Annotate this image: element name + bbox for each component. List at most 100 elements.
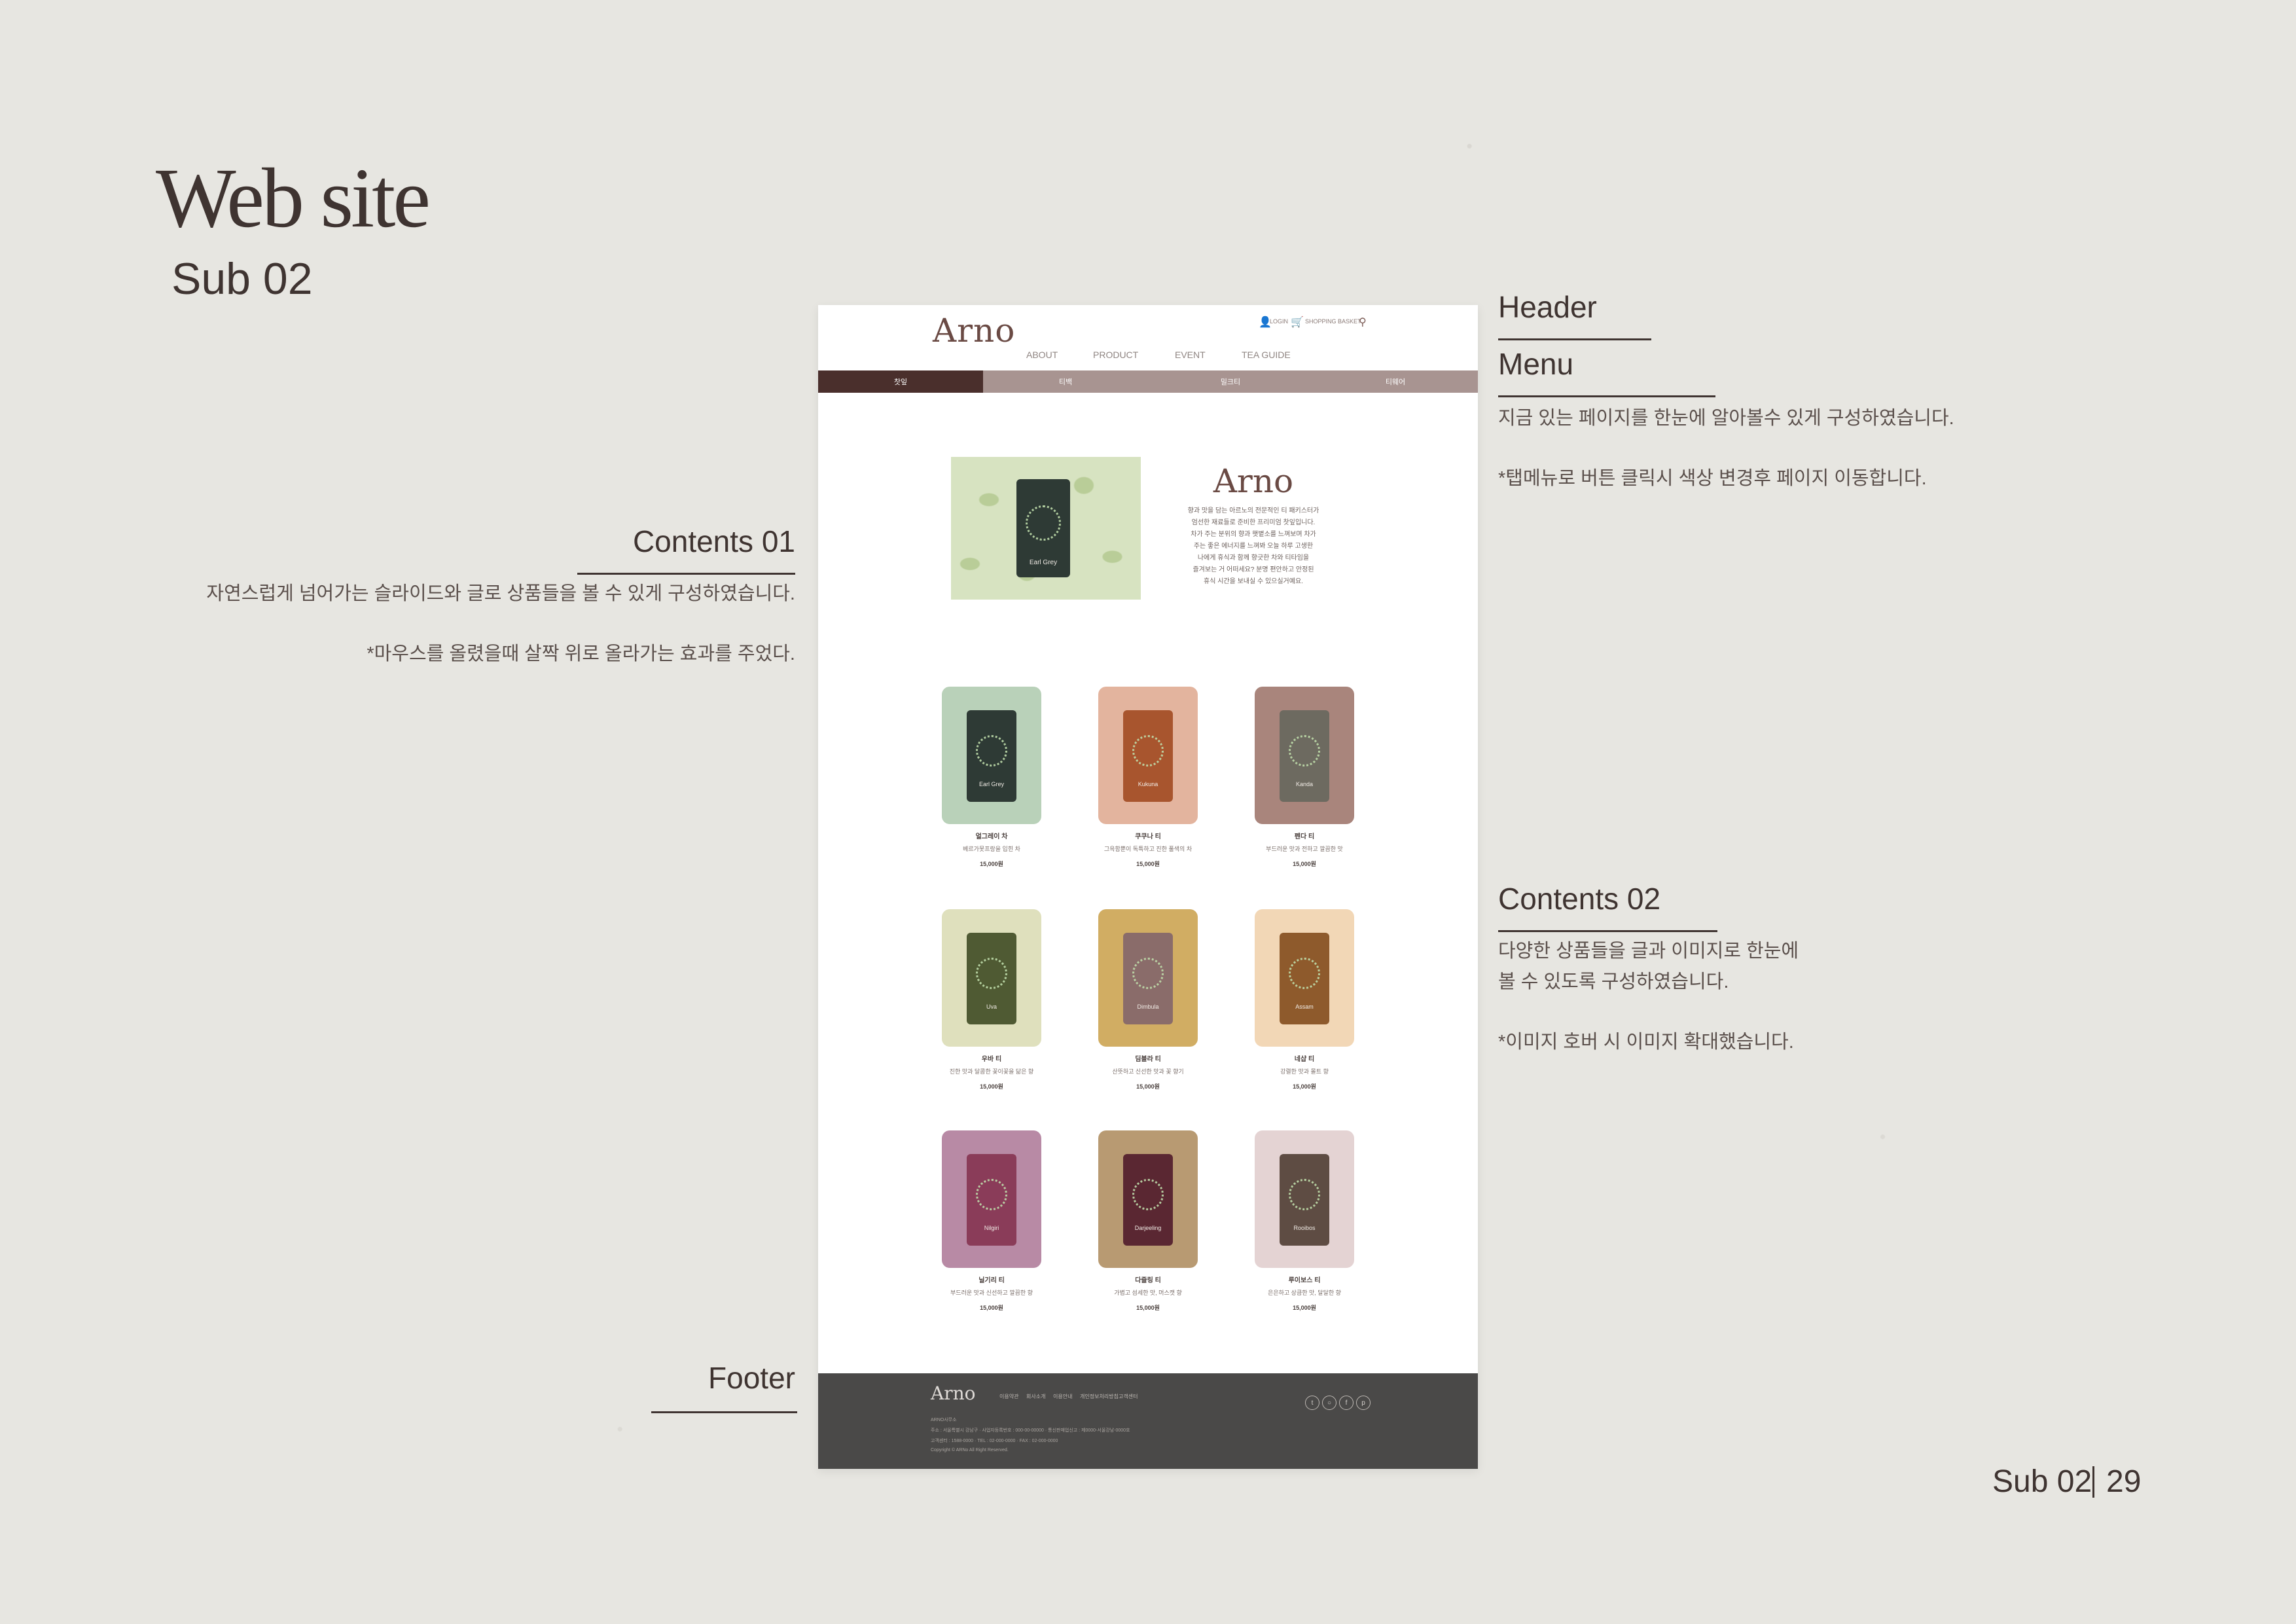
product-card[interactable]: Kukuna 쿠쿠나 티 그윽함뿐이 독특하고 진한 풀색의 차 15,000원 — [1098, 687, 1198, 868]
footer-link-support[interactable]: 고객센터 — [1119, 1393, 1138, 1400]
hero-slide-image[interactable]: Earl Grey — [951, 457, 1141, 600]
hero-logo: Arno — [1213, 462, 1294, 500]
instagram-icon[interactable]: ○ — [1322, 1396, 1336, 1410]
annotation-menu-text-2: *탭메뉴로 버튼 클릭시 색상 변경후 페이지 이동합니다. — [1498, 468, 1927, 489]
product-card[interactable]: Kanda 펜다 티 부드러운 맛과 전하고 깔끔한 맛 15,000원 — [1255, 687, 1354, 868]
hero-text-line: 주는 좋은 에너지를 느껴봐 오늘 하루 고생한 — [1193, 543, 1314, 550]
site-logo[interactable]: Arno — [933, 312, 1015, 350]
annotation-header-heading: Header — [1498, 290, 1597, 324]
cart-icon[interactable]: 🛒 — [1291, 316, 1304, 329]
tea-can-label: Earl Grey — [978, 781, 1004, 787]
annotation-menu-rule — [1498, 395, 1715, 397]
tea-can-label: Uva — [986, 1003, 997, 1010]
page-number: 29 — [2106, 1464, 2142, 1499]
annotation-contents01-heading: Contents 01 — [632, 524, 795, 558]
facebook-icon[interactable]: f — [1339, 1396, 1354, 1410]
hero-can-label: Earl Grey — [1029, 559, 1058, 566]
tea-can-label: Assam — [1295, 1003, 1314, 1010]
footer-logo[interactable]: Arno — [931, 1382, 976, 1404]
slide-title: Web site — [156, 151, 431, 245]
product-card[interactable]: Uva 우바 티 진한 맛과 달콤한 꽃이꽃을 닮은 향 15,000원 — [942, 909, 1041, 1091]
annotation-contents01-text-2: *마우스를 올렸을때 살짝 위로 올라가는 효과를 주었다. — [367, 643, 795, 664]
product-card[interactable]: Nilgiri 닐기리 티 부드러운 맛과 신선하고 깔끔한 향 15,000원 — [942, 1130, 1041, 1312]
hero-text-line: 향과 맛을 담는 아르노의 전문적인 티 패키스터가 — [1187, 507, 1319, 514]
product-description: 산뜻하고 신선한 맛과 꽃 향기 — [1112, 1068, 1184, 1075]
annotation-contents02-text-3: *이미지 호버 시 이미지 확대했습니다. — [1498, 1032, 1794, 1053]
product-card[interactable]: Rooibos 루이보스 티 은은하고 상큼한 맛, 달달한 향 15,000원 — [1255, 1130, 1354, 1312]
product-card[interactable]: Earl Grey 얼그레이 차 베르가못프랑을 입힌 차 15,000원 — [942, 687, 1041, 868]
tab-teaware[interactable]: 티웨어 — [1313, 370, 1478, 393]
nav-event[interactable]: EVENT — [1175, 350, 1206, 360]
annotation-contents02-text-2: 볼 수 있도록 구성하였습니다. — [1498, 971, 1729, 992]
footer-copyright: Copyright © ARNo All Right Reserved. — [931, 1448, 1009, 1453]
tea-can-label: Rooibos — [1293, 1225, 1316, 1231]
annotation-contents01-rule — [577, 573, 795, 575]
tea-can: Dimbula — [1123, 933, 1173, 1024]
tea-can: Darjeeling — [1123, 1154, 1173, 1246]
product-name[interactable]: 루이보스 티 — [1255, 1274, 1354, 1284]
product-image[interactable]: Dimbula — [1098, 909, 1198, 1047]
product-description: 부드러운 맛과 신선하고 깔끔한 향 — [950, 1290, 1033, 1296]
product-name[interactable]: 쿠쿠나 티 — [1098, 831, 1198, 840]
annotation-footer-rule — [651, 1411, 797, 1413]
tab-menu: 찻잎 티백 밀크티 티웨어 — [818, 370, 1478, 393]
product-image[interactable]: Uva — [942, 909, 1041, 1047]
footer-link-terms[interactable]: 이용약관 — [999, 1393, 1018, 1400]
login-link[interactable]: LOGIN — [1270, 318, 1288, 325]
product-description: 부드러운 맛과 전하고 깔끔한 맛 — [1266, 846, 1343, 852]
product-price: 15,000원 — [1136, 861, 1160, 867]
wreath-icon — [1289, 735, 1320, 767]
tea-can: Nilgiri — [967, 1154, 1016, 1246]
product-image[interactable]: Darjeeling — [1098, 1130, 1198, 1268]
wreath-icon — [1132, 1179, 1164, 1210]
wreath-icon — [1289, 958, 1320, 989]
hero-wreath-icon — [1026, 505, 1061, 541]
nav-product[interactable]: PRODUCT — [1093, 350, 1138, 360]
page-number-divider — [2092, 1466, 2094, 1498]
pinterest-icon[interactable]: p — [1356, 1396, 1371, 1410]
product-image[interactable]: Kanda — [1255, 687, 1354, 824]
footer-address: 주소 : 서울특별시 강남구 · 사업자등록번호 : 000-00-00000 … — [931, 1428, 1130, 1433]
footer-link-guide[interactable]: 이용안내 — [1053, 1393, 1072, 1400]
tea-can: Earl Grey — [967, 710, 1016, 802]
hero-text-line: 즐겨보는 거 어떠세요? 분명 편안하고 안정된 — [1193, 566, 1314, 573]
tea-can: Uva — [967, 933, 1016, 1024]
product-card[interactable]: Darjeeling 다즐링 티 가볍고 섬세한 맛, 머스캣 향 15,000원 — [1098, 1130, 1198, 1312]
search-icon[interactable]: ⚲ — [1359, 316, 1367, 329]
shopping-basket-link[interactable]: SHOPPING BASKET — [1305, 318, 1361, 325]
tab-tea-bag[interactable]: 티백 — [983, 370, 1148, 393]
product-card[interactable]: Assam 네샵 티 강렬한 맛과 몰트 향 15,000원 — [1255, 909, 1354, 1091]
wreath-icon — [976, 1179, 1007, 1210]
twitter-icon[interactable]: t — [1305, 1396, 1319, 1410]
product-image[interactable]: Rooibos — [1255, 1130, 1354, 1268]
footer-link-privacy[interactable]: 개인정보처리방침 — [1080, 1393, 1119, 1400]
product-name[interactable]: 우바 티 — [942, 1053, 1041, 1063]
nav-tea-guide[interactable]: TEA GUIDE — [1242, 350, 1291, 360]
hero-text-line: 휴식 시간을 보내실 수 있으실거예요. — [1204, 578, 1303, 585]
product-name[interactable]: 딤블라 티 — [1098, 1053, 1198, 1063]
product-image[interactable]: Kukuna — [1098, 687, 1198, 824]
product-image[interactable]: Earl Grey — [942, 687, 1041, 824]
hero-text-line: 나에게 휴식과 함께 향긋한 차와 티타임을 — [1197, 554, 1310, 562]
nav-about[interactable]: ABOUT — [1026, 350, 1058, 360]
product-image[interactable]: Nilgiri — [942, 1130, 1041, 1268]
product-description: 베르가못프랑을 입힌 차 — [963, 846, 1020, 852]
product-name[interactable]: 얼그레이 차 — [942, 831, 1041, 840]
product-name[interactable]: 다즐링 티 — [1098, 1274, 1198, 1284]
product-image[interactable]: Assam — [1255, 909, 1354, 1047]
wreath-icon — [1132, 958, 1164, 989]
tab-loose-leaf[interactable]: 찻잎 — [818, 370, 983, 393]
annotation-header-rule — [1498, 338, 1651, 340]
annotation-contents02-heading: Contents 02 — [1498, 882, 1661, 916]
product-name[interactable]: 닐기리 티 — [942, 1274, 1041, 1284]
hero-text-line: 엄선한 재료들로 준비한 프리미엄 찻잎입니다. — [1191, 519, 1316, 526]
annotation-menu-text-1: 지금 있는 페이지를 한눈에 알아볼수 있게 구성하였습니다. — [1498, 408, 1954, 429]
product-card[interactable]: Dimbula 딤블라 티 산뜻하고 신선한 맛과 꽃 향기 15,000원 — [1098, 909, 1198, 1091]
product-name[interactable]: 펜다 티 — [1255, 831, 1354, 840]
tab-milk-tea[interactable]: 밀크티 — [1148, 370, 1313, 393]
product-price: 15,000원 — [1293, 1083, 1316, 1090]
product-name[interactable]: 네샵 티 — [1255, 1053, 1354, 1063]
annotation-contents01-text-1: 자연스럽게 넘어가는 슬라이드와 글로 상품들을 볼 수 있게 구성하였습니다. — [206, 583, 795, 604]
footer-link-about[interactable]: 회사소개 — [1026, 1393, 1045, 1400]
wreath-icon — [976, 958, 1007, 989]
